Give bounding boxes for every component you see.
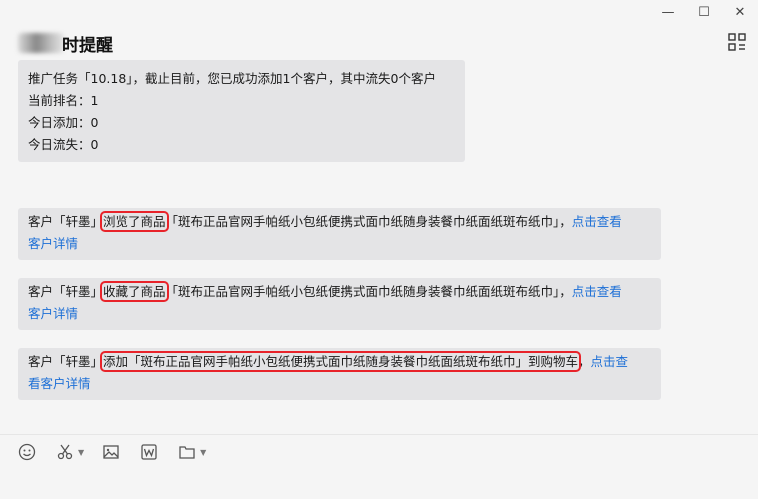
customer-detail-link[interactable]: 客户详情 bbox=[28, 236, 78, 251]
chevron-down-icon[interactable]: ▼ bbox=[200, 448, 206, 457]
punctuation-text: ， bbox=[578, 354, 591, 369]
summary-line-4: 今日流失：0 bbox=[28, 137, 99, 152]
highlighted-action: 收藏了商品 bbox=[100, 281, 169, 302]
image-icon[interactable] bbox=[100, 441, 122, 463]
chat-header: 时提醒 bbox=[0, 24, 758, 60]
summary-line-2: 当前排名：1 bbox=[28, 93, 99, 108]
word-icon[interactable] bbox=[138, 441, 160, 463]
highlighted-action: 添加「斑布正品官网手帕纸小包纸便携式面巾纸随身装餐巾纸面纸斑布纸巾」到购物车 bbox=[100, 351, 582, 372]
folder-icon[interactable] bbox=[176, 441, 198, 463]
summary-line-1: 推广任务「10.18」，截止目前，您已成功添加1个客户，其中流失0个客户 bbox=[28, 71, 436, 86]
summary-line-3: 今日添加：0 bbox=[28, 115, 99, 130]
task-summary-message: 推广任务「10.18」，截止目前，您已成功添加1个客户，其中流失0个客户 当前排… bbox=[18, 60, 465, 162]
favorite-notification: 客户「轩墨」收藏了商品「斑布正品官网手帕纸小包纸便携式面巾纸随身装餐巾纸面纸斑布… bbox=[18, 278, 661, 330]
chevron-down-icon[interactable]: ▼ bbox=[78, 448, 84, 457]
customer-detail-link[interactable]: 客户详情 bbox=[28, 306, 78, 321]
chat-title: 时提醒 bbox=[62, 36, 113, 56]
product-text: 「斑布正品官网手帕纸小包纸便携式面巾纸随身装餐巾纸面纸斑布纸巾」， bbox=[165, 214, 572, 229]
view-link[interactable]: 点击查看 bbox=[572, 214, 622, 229]
product-text: 「斑布正品官网手帕纸小包纸便携式面巾纸随身装餐巾纸面纸斑布纸巾」， bbox=[165, 284, 572, 299]
customer-prefix: 客户「轩墨」 bbox=[28, 214, 104, 229]
highlighted-action: 浏览了商品 bbox=[100, 211, 169, 232]
browse-notification: 客户「轩墨」浏览了商品「斑布正品官网手帕纸小包纸便携式面巾纸随身装餐巾纸面纸斑布… bbox=[18, 208, 661, 260]
customer-prefix: 客户「轩墨」 bbox=[28, 354, 104, 369]
more-menu-icon[interactable] bbox=[728, 33, 746, 51]
emoji-icon[interactable] bbox=[16, 441, 38, 463]
close-button[interactable]: ✕ bbox=[722, 0, 758, 24]
input-divider bbox=[0, 434, 758, 435]
chat-message-area[interactable]: 推广任务「10.18」，截止目前，您已成功添加1个客户，其中流失0个客户 当前排… bbox=[0, 60, 758, 434]
minimize-button[interactable]: — bbox=[650, 0, 686, 24]
customer-prefix: 客户「轩墨」 bbox=[28, 284, 104, 299]
customer-detail-link[interactable]: 看客户详情 bbox=[28, 376, 91, 391]
blurred-avatar bbox=[18, 33, 64, 53]
maximize-button[interactable]: ☐ bbox=[686, 0, 722, 24]
input-toolbar: ▼ ▼ bbox=[16, 441, 222, 463]
cart-notification: 客户「轩墨」添加「斑布正品官网手帕纸小包纸便携式面巾纸随身装餐巾纸面纸斑布纸巾」… bbox=[18, 348, 661, 400]
view-link[interactable]: 点击查看 bbox=[572, 284, 622, 299]
scissors-icon[interactable] bbox=[54, 441, 76, 463]
window-controls: — ☐ ✕ bbox=[650, 0, 758, 24]
view-link[interactable]: 点击查 bbox=[591, 354, 629, 369]
